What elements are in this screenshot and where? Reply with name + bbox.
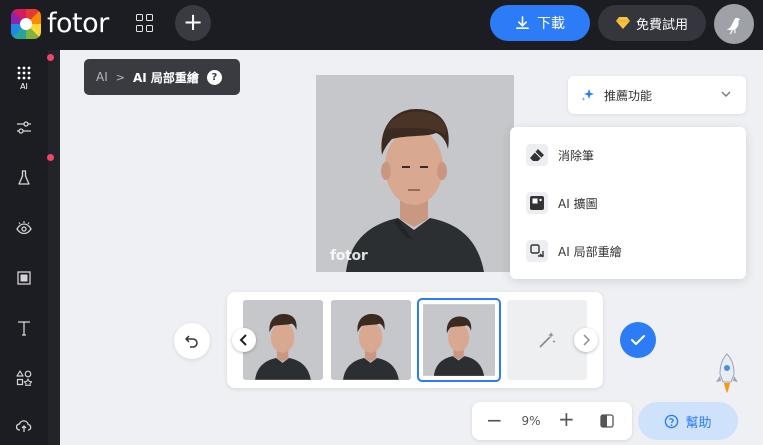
features-dropdown: 消除筆 AI 擴圖 AI 局部重繪 <box>510 127 746 279</box>
sliders-icon <box>17 121 31 134</box>
breadcrumb-separator: > <box>115 70 125 84</box>
help-icon[interactable]: ? <box>206 69 222 85</box>
question-circle-icon <box>665 414 679 428</box>
sidebar-item-adjust[interactable] <box>0 108 48 148</box>
compare-icon[interactable] <box>600 414 614 428</box>
sidebar-item-elements[interactable] <box>0 358 48 398</box>
breadcrumb-root[interactable]: AI <box>96 70 108 84</box>
help-button[interactable]: 幫助 <box>638 402 738 440</box>
fotor-logo[interactable]: fotor <box>11 9 109 39</box>
download-icon <box>516 15 529 29</box>
feature-select-label: 推薦功能 <box>604 88 653 103</box>
eraser-icon <box>526 144 548 166</box>
sidebar-item-beauty[interactable] <box>0 158 48 198</box>
chevron-down-icon <box>721 91 731 97</box>
frame-icon <box>17 271 31 285</box>
top-bar: fotor + 下載 免費試用 <box>0 0 763 50</box>
dropdown-item-ai-expand[interactable]: AI 擴圖 <box>526 191 598 215</box>
shapes-icon <box>16 370 32 386</box>
breadcrumb: AI > AI 局部重繪 ? <box>84 59 240 95</box>
apps-grid-icon[interactable] <box>136 14 154 32</box>
user-avatar[interactable] <box>714 4 754 44</box>
dropdown-item-label: AI 局部重繪 <box>558 244 622 259</box>
dots-grid-icon <box>17 66 31 79</box>
chevron-right-icon <box>583 334 591 346</box>
result-thumbnails-panel <box>227 292 603 388</box>
dropdown-item-label: 消除筆 <box>558 148 595 163</box>
confirm-button[interactable] <box>620 322 656 358</box>
undo-button[interactable] <box>174 323 210 359</box>
result-thumbnail-3-selected[interactable] <box>417 298 501 382</box>
sidebar-item-text[interactable] <box>0 308 48 348</box>
logo-mark-icon <box>11 9 41 39</box>
rocket-icon[interactable] <box>714 352 740 400</box>
chevron-left-icon <box>239 334 247 346</box>
new-project-button[interactable]: + <box>175 5 211 41</box>
diamond-icon <box>615 17 630 29</box>
text-icon <box>18 321 30 336</box>
eye-icon <box>16 221 32 235</box>
main-photo <box>316 75 514 272</box>
sidebar-item-eye[interactable] <box>0 208 48 248</box>
sidebar-item-ai[interactable]: AI <box>0 58 48 98</box>
free-trial-label: 免費試用 <box>635 17 688 33</box>
zoom-controls: − 9% + <box>472 402 632 440</box>
recommended-features-select[interactable]: 推薦功能 <box>568 76 746 114</box>
cloud-upload-icon <box>16 420 32 432</box>
download-label: 下載 <box>537 16 565 32</box>
magic-wand-icon <box>539 332 556 348</box>
dropdown-item-eraser[interactable]: 消除筆 <box>526 143 594 167</box>
sidebar-item-upload[interactable] <box>0 406 48 445</box>
notification-dot <box>47 54 54 61</box>
undo-icon <box>185 335 198 348</box>
bird-icon <box>726 17 741 35</box>
zoom-in-button[interactable]: + <box>558 407 575 431</box>
flask-icon <box>18 170 30 185</box>
fotor-watermark: fotor <box>330 248 368 264</box>
sidebar-item-label: AI <box>20 81 28 91</box>
portrait-image <box>316 75 514 272</box>
notification-dot <box>47 154 54 161</box>
check-icon <box>631 335 645 345</box>
sparkle-icon <box>581 89 594 101</box>
logo-text: fotor <box>47 8 109 39</box>
zoom-out-button[interactable]: − <box>486 408 503 432</box>
download-button[interactable]: 下載 <box>490 5 590 41</box>
breadcrumb-current: AI 局部重繪 <box>132 70 199 85</box>
result-thumbnail-2[interactable] <box>331 300 411 380</box>
zoom-level: 9% <box>521 414 541 428</box>
free-trial-button[interactable]: 免費試用 <box>598 5 706 41</box>
expand-image-icon <box>526 192 548 214</box>
dropdown-item-ai-inpaint[interactable]: AI 局部重繪 <box>526 239 622 263</box>
inpaint-icon <box>526 240 548 262</box>
thumbnails-prev-button[interactable] <box>232 328 256 352</box>
thumbnails-next-button[interactable] <box>574 328 598 352</box>
sidebar-item-frame[interactable] <box>0 258 48 298</box>
help-button-label: 幫助 <box>685 415 712 431</box>
left-sidebar: AI <box>0 50 54 445</box>
dropdown-item-label: AI 擴圖 <box>558 196 598 211</box>
